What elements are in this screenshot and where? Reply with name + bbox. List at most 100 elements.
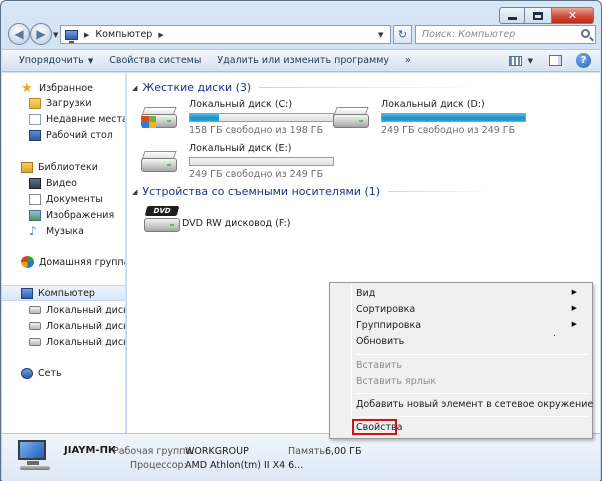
recent-pages-dropdown[interactable]: ▼ (53, 31, 58, 39)
submenu-arrow-icon: ▶ (571, 288, 577, 296)
drive-usage-bar (381, 113, 526, 122)
drive-name: Локальный диск (C:) (189, 99, 293, 110)
dvd-drive-icon[interactable]: DVD (142, 206, 182, 236)
drive-tile-c[interactable]: Локальный диск (C:) 158 ГБ свободно из 1… (139, 99, 334, 139)
forward-button[interactable]: ▶ (30, 23, 52, 45)
submenu-arrow-icon: ▶ (571, 320, 577, 328)
menu-item-view[interactable]: Вид ▶ (356, 288, 586, 299)
desktop-icon (29, 129, 41, 141)
dvd-drive-name[interactable]: DVD RW дисковод (F:) (182, 218, 290, 229)
minimize-icon (507, 16, 517, 20)
sidebar-item-drive-e[interactable]: Локальный диск (E: (2, 334, 125, 350)
system-properties-button[interactable]: Свойства системы (109, 55, 201, 66)
sidebar-item-downloads[interactable]: Загрузки (2, 95, 125, 111)
menu-item-group[interactable]: Группировка ▶ (356, 320, 586, 331)
sidebar-item-drive-c[interactable]: Локальный диск (C (2, 302, 125, 318)
minimize-button[interactable] (499, 7, 525, 24)
cpu-label: Процессор: (130, 460, 187, 471)
cpu-value: AMD Athlon(tm) II X4 6... (185, 460, 304, 471)
organize-button[interactable]: Упорядочить ▼ (19, 55, 93, 66)
memory-label: Память: (288, 446, 329, 457)
close-button[interactable]: ✕ (551, 7, 594, 24)
drive-free-space: 249 ГБ свободно из 249 ГБ (189, 169, 324, 180)
menu-item-label: Группировка (356, 320, 422, 331)
maximize-icon (533, 11, 543, 20)
breadcrumb-chevron-icon[interactable]: ▶ (158, 31, 163, 39)
sidebar-item-recent[interactable]: Недавние места (2, 111, 126, 127)
context-menu: Вид ▶ Сортировка ▶ Группировка ▶ Обновит… (329, 282, 593, 439)
sidebar-item-label: Избранное (39, 82, 93, 94)
address-bar[interactable]: ▶ Компьютер ▶ (60, 25, 391, 44)
preview-pane-icon[interactable] (549, 55, 562, 66)
sidebar-item-label: Библиотеки (38, 161, 98, 173)
sidebar-item-computer[interactable]: Компьютер (2, 285, 125, 301)
sidebar-item-documents[interactable]: Документы (2, 191, 125, 207)
drive-tile-e[interactable]: Локальный диск (E:) 249 ГБ свободно из 2… (139, 143, 334, 183)
images-icon (29, 209, 41, 221)
drive-name: Локальный диск (D:) (381, 99, 485, 110)
hard-drive-icon (139, 151, 179, 175)
back-button[interactable]: ◀ (8, 23, 30, 45)
homegroup-icon (21, 256, 34, 268)
drive-free-space: 158 ГБ свободно из 198 ГБ (189, 125, 324, 136)
sidebar-item-favorites[interactable]: ★ Избранное (2, 80, 125, 96)
hard-drive-windows-icon (139, 107, 179, 131)
change-view-icon[interactable] (508, 55, 522, 66)
breadcrumb-computer[interactable]: Компьютер (95, 29, 152, 40)
group-header-hard-drives[interactable]: ◢ Жесткие диски (3) (132, 81, 480, 94)
sidebar-item-label: Рабочий стол (46, 129, 113, 141)
group-header-label: Устройства со съемными носителями (1) (142, 185, 381, 198)
command-bar: Упорядочить ▼ Свойства системы Удалить ил… (2, 49, 600, 72)
computer-icon (18, 440, 52, 470)
video-icon (29, 177, 41, 189)
menu-item-refresh[interactable]: Обновить · (356, 331, 586, 347)
organize-label: Упорядочить (19, 55, 84, 66)
sidebar-item-label: Недавние места (46, 113, 126, 125)
window-controls: ✕ (499, 7, 594, 24)
menu-item-label: Вид (356, 288, 376, 299)
navigation-pane: ★ Избранное Загрузки Недавние места Рабо… (2, 73, 126, 433)
search-input[interactable]: Поиск: Компьютер (415, 25, 596, 44)
sidebar-item-drive-d[interactable]: Локальный диск (D (2, 318, 125, 334)
sidebar-item-homegroup[interactable]: Домашняя группа (2, 254, 125, 270)
more-commands-button[interactable]: » (405, 55, 411, 66)
group-header-removable[interactable]: ◢ Устройства со съемными носителями (1) (132, 185, 489, 198)
details-pane: JIAYM-ПК Рабочая группа: WORKGROUP Памят… (2, 433, 600, 481)
hard-drive-icon (331, 107, 371, 131)
menu-item-sort[interactable]: Сортировка ▶ (356, 304, 586, 315)
chevron-down-icon: ▼ (87, 57, 94, 65)
sidebar-item-music[interactable]: ♪ Музыка (2, 223, 125, 239)
sidebar-item-images[interactable]: Изображения (2, 207, 125, 223)
network-icon (21, 367, 33, 379)
memory-value: 6,00 ГБ (325, 446, 362, 457)
menu-item-paste[interactable]: Вставить (356, 360, 586, 371)
menu-item-label: Вставить ярлык (356, 376, 437, 387)
sidebar-item-label: Локальный диск (E: (46, 336, 125, 348)
view-options-dropdown-icon[interactable]: ▼ (528, 57, 533, 65)
sidebar-item-libraries[interactable]: Библиотеки (2, 159, 125, 175)
refresh-button[interactable]: ↻ (393, 25, 412, 44)
sidebar-item-video[interactable]: Видео (2, 175, 125, 191)
help-icon[interactable]: ? (576, 53, 591, 68)
drive-tile-d[interactable]: Локальный диск (D:) 249 ГБ свободно из 2… (331, 99, 526, 139)
dvd-label: DVD (144, 206, 180, 216)
music-icon: ♪ (29, 223, 37, 238)
maximize-button[interactable] (525, 7, 551, 24)
uninstall-program-button[interactable]: Удалить или изменить программу (217, 55, 389, 66)
collapse-triangle-icon[interactable]: ◢ (132, 188, 137, 196)
drive-usage-bar (189, 157, 334, 166)
search-icon[interactable] (581, 29, 590, 38)
group-divider (259, 87, 480, 88)
breadcrumb-chevron-icon[interactable]: ▶ (84, 31, 89, 39)
collapse-triangle-icon[interactable]: ◢ (132, 84, 137, 92)
address-dropdown-icon[interactable]: ▼ (378, 31, 383, 39)
menu-item-label: Обновить (356, 336, 405, 347)
menu-item-add-network-location[interactable]: Добавить новый элемент в сетевое окружен… (356, 399, 593, 410)
sidebar-item-label: Документы (46, 193, 103, 205)
sidebar-item-desktop[interactable]: Рабочий стол (2, 127, 125, 143)
workgroup-label: Рабочая группа: (113, 446, 195, 457)
sidebar-item-network[interactable]: Сеть (2, 365, 125, 381)
menu-item-paste-shortcut[interactable]: Вставить ярлык (356, 376, 586, 387)
menu-item-label: Вставить (356, 360, 403, 371)
drive-icon (29, 322, 41, 330)
